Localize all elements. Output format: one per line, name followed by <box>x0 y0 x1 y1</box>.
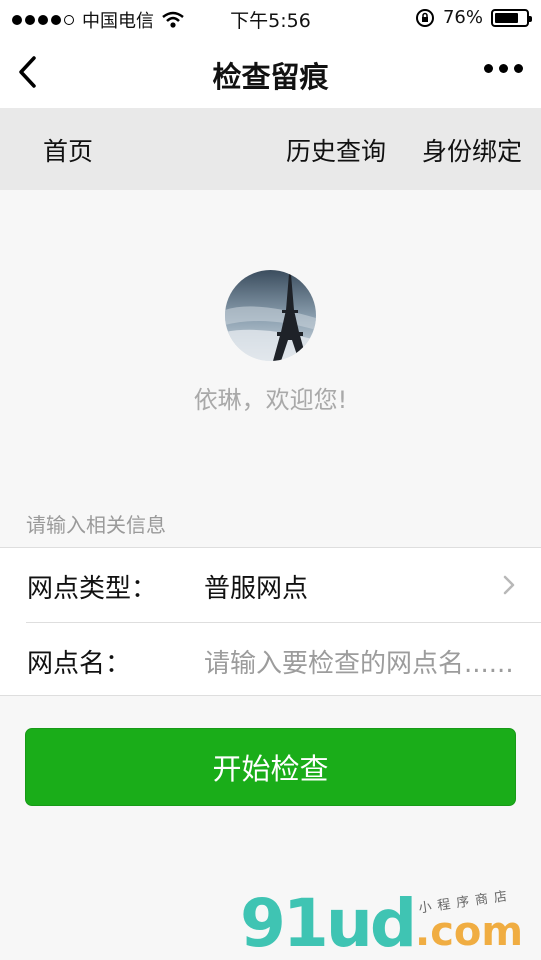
outlet-name-label: 网点名： <box>27 649 132 679</box>
watermark-logo: 91ud .com 小程序商店 <box>240 885 530 960</box>
status-bar: 中国电信 下午5:56 76% <box>0 0 541 36</box>
navigation-bar: 检查留痕 <box>0 36 541 108</box>
more-dots-icon[interactable] <box>484 64 523 73</box>
outlet-type-row[interactable]: 网点类型： 普服网点 <box>0 548 541 623</box>
outlet-name-input[interactable]: 请输入要检查的网点名...... <box>204 643 514 680</box>
battery-percent: 76% <box>442 7 483 28</box>
avatar <box>225 270 316 361</box>
section-label: 请输入相关信息 <box>26 513 166 537</box>
start-check-button[interactable]: 开始检查 <box>25 728 516 806</box>
welcome-text: 依琳，欢迎您! <box>193 386 348 414</box>
watermark-suffix: .com <box>415 909 524 955</box>
tab-identity-binding[interactable]: 身份绑定 <box>422 132 522 168</box>
info-form: 网点类型： 普服网点 网点名： 请输入要检查的网点名...... <box>0 547 541 696</box>
battery-icon <box>491 8 532 27</box>
tab-history-query[interactable]: 历史查询 <box>286 132 386 168</box>
page-title: 检查留痕 <box>212 60 329 94</box>
status-right: 76% <box>415 7 532 28</box>
rotation-lock-icon <box>415 8 434 27</box>
outlet-type-value[interactable]: 普服网点 <box>204 568 308 605</box>
outlet-name-row: 网点名： 请输入要检查的网点名...... <box>0 623 541 697</box>
tab-home[interactable]: 首页 <box>43 132 93 168</box>
chevron-right-icon <box>503 575 515 595</box>
tab-bar: 首页 历史查询 身份绑定 <box>0 108 541 190</box>
watermark-main: 91ud <box>240 885 417 960</box>
outlet-type-label: 网点类型： <box>27 574 158 604</box>
